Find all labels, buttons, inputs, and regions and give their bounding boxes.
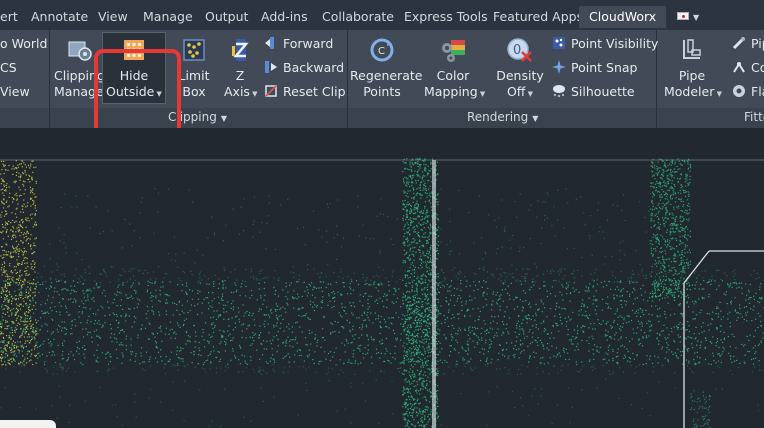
svg-text:C: C xyxy=(378,46,385,57)
backward-icon xyxy=(264,60,278,74)
rendering-panel-title[interactable]: Rendering ▼ xyxy=(467,110,538,124)
pipe-modeler-button[interactable]: Pipe Modeler ▼ xyxy=(664,36,722,102)
z-axis-label-2-row: Axis ▼ xyxy=(224,84,258,102)
tab-annotate[interactable]: Annotate xyxy=(31,6,88,28)
connector-icon xyxy=(732,60,746,74)
chevron-down-icon: ▼ xyxy=(220,114,227,123)
chevron-down-icon: ▼ xyxy=(525,90,534,98)
flange-label: Fla xyxy=(751,84,764,99)
silhouette-icon xyxy=(552,84,566,98)
backward-label: Backward xyxy=(283,60,345,75)
connector-label: Co xyxy=(751,60,764,75)
point-snap-button[interactable]: Point Snap xyxy=(552,60,637,76)
tab-featured-apps[interactable]: Featured Apps xyxy=(493,6,583,28)
z-axis-label-1: Z xyxy=(235,68,245,83)
point-visibility-label: Point Visibility xyxy=(571,36,659,51)
ucs-world-button[interactable]: o World xyxy=(0,36,47,52)
color-mapping-label-1: Color xyxy=(436,68,470,83)
fitting-panel-title[interactable]: Fitte xyxy=(744,110,764,124)
color-mapping-label-2-row: Mapping ▼ xyxy=(424,84,485,102)
density-off-label-2: Off xyxy=(506,84,526,99)
density-off-label-1: Density xyxy=(496,68,544,83)
regenerate-points-label-1: Regenerate xyxy=(350,68,423,83)
tab-view[interactable]: View xyxy=(98,6,128,28)
connector-button[interactable]: Co xyxy=(732,60,764,76)
clipping-manager-icon xyxy=(65,36,93,64)
chevron-down-icon: ▼ xyxy=(477,90,486,98)
regenerate-points-button[interactable]: C Regenerate Points xyxy=(350,36,423,100)
drawing-viewport[interactable] xyxy=(0,128,764,428)
forward-label: Forward xyxy=(283,36,334,51)
tab-manage[interactable]: Manage xyxy=(143,6,193,28)
fitting-panel-title-text: Fitte xyxy=(744,110,764,124)
regenerate-points-label-2: Points xyxy=(363,84,401,99)
forward-icon xyxy=(264,36,278,50)
point-snap-icon xyxy=(552,60,566,74)
point-cloud-canvas[interactable] xyxy=(0,128,764,428)
ucs-label: CS xyxy=(0,60,17,75)
chevron-down-icon: ▼ xyxy=(532,114,539,123)
ucs-view-label: View xyxy=(0,84,30,99)
pipe-icon xyxy=(732,36,746,50)
flange-icon xyxy=(732,84,746,98)
silhouette-label: Silhouette xyxy=(571,84,635,99)
workspace-flag-dropdown[interactable]: ▼ xyxy=(671,9,701,25)
point-visibility-icon xyxy=(552,36,566,50)
z-axis-label-2: Axis xyxy=(224,84,250,99)
silhouette-button[interactable]: Silhouette xyxy=(552,84,635,100)
chevron-down-icon: ▼ xyxy=(714,90,722,98)
z-axis-button[interactable]: Z Axis ▼ xyxy=(224,36,258,102)
pipe-modeler-label-1: Pipe xyxy=(678,68,706,83)
chevron-down-icon: ▼ xyxy=(249,90,258,98)
tab-collaborate[interactable]: Collaborate xyxy=(322,6,394,28)
layout-tab[interactable] xyxy=(0,420,56,428)
regenerate-points-icon: C xyxy=(368,36,396,64)
svg-text:0: 0 xyxy=(513,43,521,58)
ribbon-tab-bar: ert Annotate View Manage Output Add-ins … xyxy=(0,0,764,30)
color-mapping-icon xyxy=(439,36,467,64)
flag-icon xyxy=(677,12,689,20)
tab-add-ins[interactable]: Add-ins xyxy=(261,6,308,28)
tab-express-tools[interactable]: Express Tools xyxy=(404,6,488,28)
point-snap-label: Point Snap xyxy=(571,60,638,75)
pipe-modeler-label-2: Modeler xyxy=(664,84,715,99)
panel-divider xyxy=(347,30,348,128)
flange-button[interactable]: Fla xyxy=(732,84,764,100)
ribbon: o World CS View Clipping Manager Hide Ou… xyxy=(0,30,764,144)
color-mapping-label-2: Mapping xyxy=(424,84,478,99)
forward-button[interactable]: Forward xyxy=(264,36,333,52)
density-off-button[interactable]: 0 Density Off ▼ xyxy=(494,36,546,102)
pipe-fit-label: Pip xyxy=(751,36,764,51)
reset-clip-button[interactable]: Reset Clip xyxy=(264,84,346,100)
color-mapping-button[interactable]: Color Mapping ▼ xyxy=(424,36,485,102)
ucs-world-label: o World xyxy=(0,36,48,51)
reset-clip-label: Reset Clip xyxy=(283,84,346,99)
point-visibility-button[interactable]: Point Visibility xyxy=(552,36,658,52)
tab-cloudworx[interactable]: CloudWorx xyxy=(579,6,667,28)
tab-insert[interactable]: ert xyxy=(0,6,18,28)
tab-output[interactable]: Output xyxy=(205,6,248,28)
ucs-view-button[interactable]: View xyxy=(0,84,30,100)
density-icon: 0 xyxy=(506,36,534,64)
pipe-modeler-label-2-row: Modeler ▼ xyxy=(664,84,722,102)
panel-divider xyxy=(49,30,50,128)
chevron-down-icon: ▼ xyxy=(693,13,700,22)
reset-clip-icon xyxy=(264,84,278,98)
pipe-modeler-icon xyxy=(678,36,706,64)
pipe-fit-button[interactable]: Pip xyxy=(732,36,764,52)
backward-button[interactable]: Backward xyxy=(264,60,344,76)
ucs-button[interactable]: CS xyxy=(0,60,17,76)
z-axis-icon xyxy=(226,36,254,64)
density-off-label-2-row: Off ▼ xyxy=(494,84,546,102)
limit-box-icon xyxy=(180,36,208,64)
rendering-panel-title-text: Rendering xyxy=(467,110,529,124)
